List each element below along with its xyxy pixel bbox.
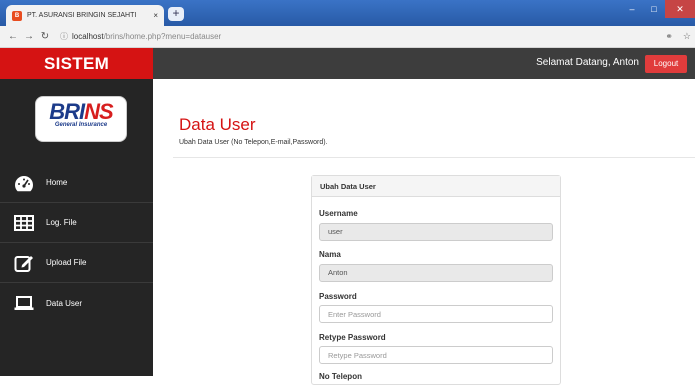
divider xyxy=(173,157,695,158)
bookmark-star-icon[interactable]: ☆ xyxy=(683,31,691,42)
top-navbar: Selamat Datang, Anton Logout xyxy=(153,48,695,79)
app-title: SISTEM xyxy=(0,48,153,79)
tab-close-icon[interactable]: × xyxy=(153,11,158,20)
back-icon[interactable]: ← xyxy=(6,31,20,42)
welcome-text: Selamat Datang, Anton xyxy=(536,57,639,68)
username-label: Username xyxy=(319,209,358,218)
no-telepon-label: No Telepon xyxy=(319,372,362,381)
nama-field: Anton xyxy=(319,264,553,282)
browser-tab-strip: B PT. ASURANSI BRINGIN SEJAHTI × + – □ ✕ xyxy=(0,0,695,26)
info-icon[interactable]: ⓘ xyxy=(60,31,68,42)
main-content: Data User Ubah Data User (No Telepon,E-m… xyxy=(153,79,695,385)
page-title: Data User xyxy=(179,115,256,134)
retype-password-label: Retype Password xyxy=(319,333,386,342)
password-label: Password xyxy=(319,292,357,301)
retype-password-input[interactable] xyxy=(319,346,553,364)
edit-icon xyxy=(14,253,34,273)
sidebar-item-upload-file[interactable]: Upload File xyxy=(0,243,153,283)
edit-user-panel: Ubah Data User Username user Nama Anton … xyxy=(311,175,561,385)
username-field: user xyxy=(319,223,553,241)
sidebar-item-label: Log. File xyxy=(46,218,77,227)
url-host: localhost xyxy=(72,32,104,41)
sidebar-item-label: Upload File xyxy=(46,258,87,267)
url-field[interactable]: localhost/brins/home.php?menu=datauser xyxy=(72,32,221,41)
url-path: /brins/home.php?menu=datauser xyxy=(103,32,222,41)
logout-button[interactable]: Logout xyxy=(645,55,687,73)
sidebar-item-log-file[interactable]: Log. File xyxy=(0,203,153,243)
nama-label: Nama xyxy=(319,250,341,259)
tab-title: PT. ASURANSI BRINGIN SEJAHTI xyxy=(27,12,137,19)
new-tab-button[interactable]: + xyxy=(168,7,184,21)
maximize-icon[interactable]: □ xyxy=(643,0,665,18)
table-icon xyxy=(14,213,34,233)
close-window-icon[interactable]: ✕ xyxy=(665,0,695,18)
window-controls: – □ ✕ xyxy=(621,0,695,18)
browser-tab[interactable]: B PT. ASURANSI BRINGIN SEJAHTI × xyxy=(6,5,164,26)
sidebar-item-data-user[interactable]: Data User xyxy=(0,283,153,323)
key-icon[interactable]: ⚭ xyxy=(665,31,673,42)
sidebar: BRINS General Insurance Home Log. File U… xyxy=(0,79,153,376)
reload-icon[interactable]: ↻ xyxy=(38,31,52,42)
dashboard-icon xyxy=(14,173,34,193)
address-bar: ← → ↻ ⓘ localhost/brins/home.php?menu=da… xyxy=(0,26,695,48)
laptop-icon xyxy=(14,293,34,313)
sidebar-item-label: Data User xyxy=(46,298,83,308)
favicon-icon: B xyxy=(12,10,22,21)
sidebar-item-home[interactable]: Home xyxy=(0,163,153,203)
password-input[interactable] xyxy=(319,305,553,323)
forward-icon[interactable]: → xyxy=(22,31,36,42)
sidebar-item-label: Home xyxy=(46,178,68,187)
panel-title: Ubah Data User xyxy=(312,176,560,197)
minimize-icon[interactable]: – xyxy=(621,0,643,18)
brins-logo: BRINS General Insurance xyxy=(35,96,127,142)
page-subtitle: Ubah Data User (No Telepon,E-mail,Passwo… xyxy=(179,139,328,146)
